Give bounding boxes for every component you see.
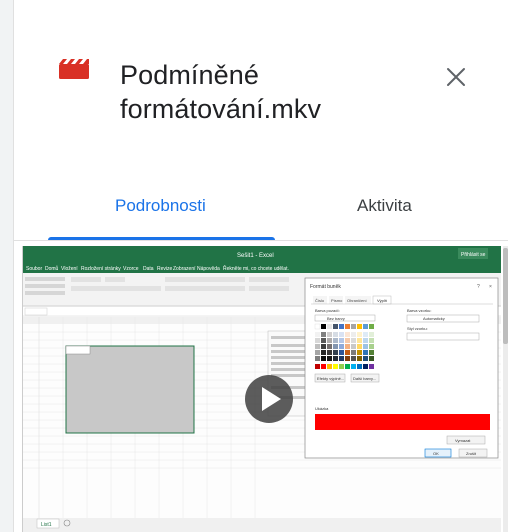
tab-divider — [14, 240, 508, 241]
ribbon-tab-6: Data — [143, 266, 154, 272]
close-button[interactable] — [439, 60, 473, 94]
clear-button: Vymazat — [455, 438, 471, 443]
excel-screenshot: Sešit1 - Excel Přihlásit se Soubor Domů … — [23, 246, 501, 532]
no-color-label: Bez barvy — [327, 316, 345, 321]
dialog-tab-1: Číslo — [315, 298, 325, 303]
dialog-title: Formát buněk — [310, 284, 341, 290]
pattern-style-label: Styl vzorku: — [407, 326, 428, 331]
dialog-tab-2: Písmo — [331, 298, 343, 303]
ribbon-tab-9: Nápověda — [197, 266, 220, 272]
sample-swatch — [315, 414, 490, 430]
background-color-label: Barva pozadí: — [315, 308, 340, 313]
ribbon-tab-1: Soubor — [26, 266, 42, 272]
tab-bar: Podrobnosti Aktivita — [14, 180, 508, 242]
fill-effects-button: Efekty výplně... — [317, 376, 344, 381]
dialog-tab-4: Výplň — [377, 298, 387, 303]
tab-details[interactable]: Podrobnosti — [115, 196, 206, 216]
sample-label: Ukázka — [315, 406, 329, 411]
ribbon-tab-2: Domů — [45, 265, 59, 272]
pattern-color-value: Automaticky — [423, 316, 445, 321]
video-preview[interactable]: Sešit1 - Excel Přihlásit se Soubor Domů … — [22, 246, 501, 532]
more-colors-button: Další barvy... — [353, 376, 376, 381]
play-icon — [245, 375, 293, 423]
svg-text:?: ? — [477, 284, 480, 290]
pattern-color-label: Barva vzorku: — [407, 308, 431, 313]
cancel-button: Zrušit — [466, 451, 477, 456]
file-details-panel: Podmíněné formátování.mkv Podrobnosti Ak… — [14, 0, 508, 532]
ribbon-tab-5: Vzorce — [123, 266, 139, 272]
sheet-tab: List1 — [41, 522, 52, 528]
ribbon-search-hint: Řekněte mi, co chcete udělat. — [223, 264, 289, 272]
excel-signin-label: Přihlásit se — [461, 252, 486, 258]
svg-text:×: × — [489, 284, 492, 290]
selected-cell-range — [65, 345, 195, 434]
dialog-tab-3: Ohraničení — [347, 298, 367, 303]
close-icon — [447, 68, 465, 86]
ribbon-tab-3: Vložení — [61, 266, 78, 272]
ribbon-tab-4: Rozložení stránky — [81, 266, 121, 272]
tab-activity[interactable]: Aktivita — [357, 196, 412, 216]
file-title-line-2: formátování.mkv — [120, 94, 322, 124]
ribbon-tab-7: Revize — [157, 266, 173, 272]
excel-window-title: Sešit1 - Excel — [237, 253, 274, 259]
sheet-tab-bar — [23, 518, 501, 532]
file-title: Podmíněné formátování.mkv — [120, 58, 420, 126]
ribbon-tab-8: Zobrazení — [173, 266, 196, 272]
scrollbar-thumb[interactable] — [503, 248, 508, 344]
ok-button: OK — [433, 451, 439, 456]
video-file-icon — [59, 59, 89, 79]
left-edge-strip — [0, 0, 14, 532]
file-title-line-1: Podmíněné — [120, 60, 259, 90]
